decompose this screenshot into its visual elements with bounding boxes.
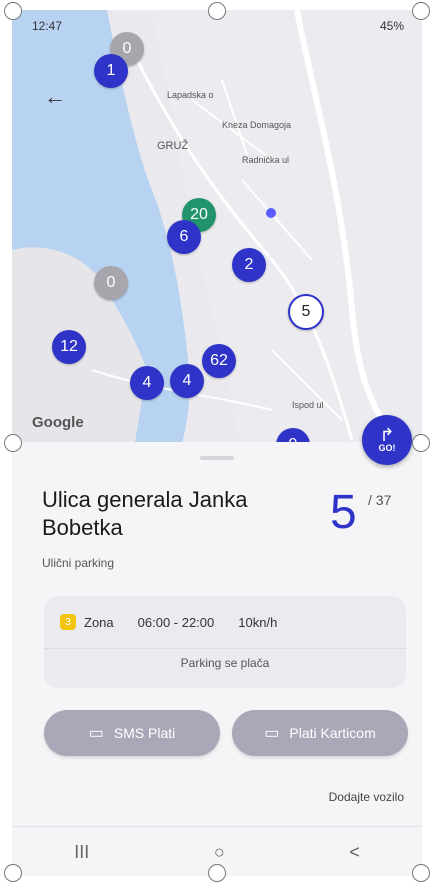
- parking-detail-sheet: Ulica generala Janka Bobetka Ulični park…: [12, 442, 422, 826]
- map-view[interactable]: 12:47 45% ← Lapadska o Kneza Domagoja Ra…: [12, 10, 422, 462]
- back-arrow-icon[interactable]: ←: [44, 84, 66, 110]
- street-label: Kneza Domagoja: [222, 120, 292, 130]
- add-vehicle-link[interactable]: Dodajte vozilo: [329, 790, 404, 804]
- status-time: 12:47: [32, 19, 63, 33]
- selection-handle: [412, 434, 430, 452]
- go-label: GO!: [378, 443, 396, 453]
- available-spots: 5: [330, 486, 357, 539]
- go-button[interactable]: ↱ GO!: [362, 415, 412, 465]
- selection-handle: [4, 434, 22, 452]
- selection-handle: [412, 2, 430, 20]
- parking-marker[interactable]: 0: [94, 266, 128, 300]
- parking-marker[interactable]: 12: [52, 330, 86, 364]
- zone-payment-status: Parking se plača: [180, 656, 270, 670]
- parking-type: Ulični parking: [42, 556, 115, 570]
- sms-icon: ▭: [88, 725, 104, 742]
- sms-pay-label: SMS Plati: [113, 725, 176, 741]
- back-button[interactable]: <: [349, 842, 360, 863]
- parking-marker[interactable]: 1: [94, 54, 128, 88]
- card-pay-button[interactable]: ▭ Plati Karticom: [232, 710, 408, 756]
- parking-marker[interactable]: 4: [130, 366, 164, 400]
- phone-screen: 12:47 45% ← Lapadska o Kneza Domagoja Ra…: [12, 10, 422, 876]
- google-logo: Google: [32, 414, 84, 431]
- home-button[interactable]: ○: [214, 842, 225, 863]
- selection-handle: [4, 2, 22, 20]
- street-label: Ispod ul: [292, 400, 324, 410]
- street-label: Lapadska o: [167, 90, 214, 100]
- user-location-dot: [266, 208, 276, 218]
- navigation-arrow-icon: ↱: [379, 425, 395, 445]
- area-label: GRUŽ: [157, 140, 189, 152]
- parking-marker[interactable]: 2: [232, 248, 266, 282]
- zone-badge: 3: [60, 614, 76, 630]
- selection-handle: [4, 864, 22, 882]
- recent-apps-button[interactable]: III: [74, 842, 89, 863]
- street-label: Radnička ul: [242, 155, 290, 165]
- parking-marker[interactable]: 4: [170, 364, 204, 398]
- zone-row: 3 Zona 06:00 - 22:00 10kn/h: [60, 614, 301, 630]
- card-icon: ▭: [264, 725, 280, 742]
- card-pay-label: Plati Karticom: [289, 725, 376, 741]
- zone-info-card: 3 Zona 06:00 - 22:00 10kn/h Parking se p…: [44, 596, 406, 688]
- zone-divider: [44, 648, 406, 649]
- status-battery: 45%: [379, 19, 404, 33]
- parking-marker-selected[interactable]: 5: [288, 294, 324, 330]
- map-background: [12, 10, 422, 460]
- selection-handle: [412, 864, 430, 882]
- sms-pay-button[interactable]: ▭ SMS Plati: [44, 710, 220, 756]
- zone-label: Zona: [84, 614, 114, 630]
- parking-marker[interactable]: 62: [202, 344, 236, 378]
- zone-hours: 06:00 - 22:00: [137, 614, 215, 630]
- sheet-drag-handle[interactable]: [200, 456, 234, 460]
- selection-handle: [208, 864, 226, 882]
- selection-handle: [208, 2, 226, 20]
- zone-price: 10kn/h: [238, 614, 278, 630]
- parking-marker[interactable]: 6: [167, 220, 201, 254]
- total-spots: / 37: [368, 492, 392, 508]
- street-title: Ulica generala Janka Bobetka: [42, 487, 248, 540]
